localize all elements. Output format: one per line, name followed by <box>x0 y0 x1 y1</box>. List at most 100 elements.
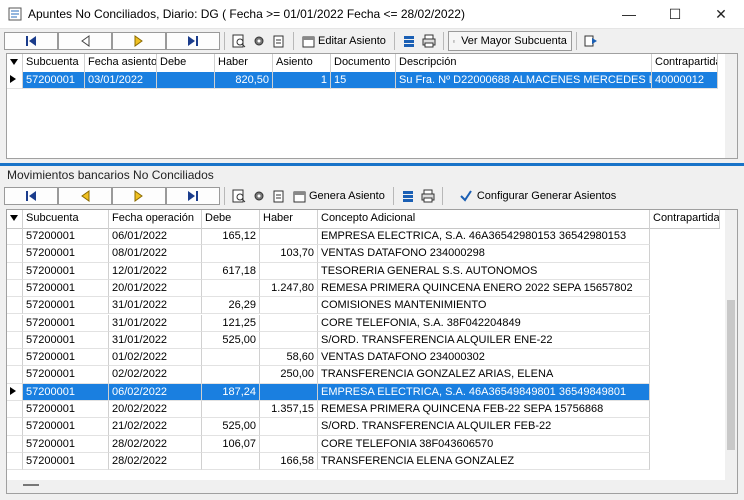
edit-entry-icon <box>302 36 315 47</box>
checkmark-icon <box>460 190 472 202</box>
table-cell: REMESA PRIMERA QUINCENA FEB-22 SEPA 1575… <box>318 401 650 419</box>
table-cell: 57200001 <box>23 262 109 280</box>
settings-button[interactable] <box>249 31 269 51</box>
table-cell: 12/01/2022 <box>109 262 202 280</box>
table-cell <box>260 314 318 332</box>
table-cell: 28/02/2022 <box>109 435 202 453</box>
table-cell: 26,29 <box>202 297 260 315</box>
view-ledger-button[interactable]: Ver Mayor Subcuenta <box>447 31 572 51</box>
table-cell: TRANSFERENCIA ELENA GONZALEZ <box>318 452 650 471</box>
prev-record-button[interactable] <box>58 32 112 50</box>
table-cell: 57200001 <box>23 228 109 246</box>
table-cell: S/ORD. TRANSFERENCIA ALQUILER ENE-22 <box>318 331 650 350</box>
column-header[interactable]: Contrapartida <box>652 54 718 72</box>
table-cell: 57200001 <box>23 297 109 315</box>
table-row[interactable]: 57200001 31/01/2022 26,29 COMISIONES MANTEN… <box>7 297 650 315</box>
maximize-button[interactable]: ☐ <box>652 0 698 28</box>
table-row[interactable]: 57200001 31/01/2022 121,25 CORE TELEFONIA, … <box>7 314 650 332</box>
table-cell: 21/02/2022 <box>109 418 202 436</box>
sort-arrow-icon <box>10 59 18 65</box>
column-header[interactable]: Contrapartida a <box>650 210 720 228</box>
last-icon <box>188 191 198 201</box>
column-header[interactable]: Haber <box>260 210 318 228</box>
next-movement-button[interactable] <box>112 187 166 205</box>
first-movement-button[interactable] <box>4 187 58 205</box>
column-header[interactable]: Subcuenta <box>23 54 85 72</box>
title-bar: Apuntes No Conciliados, Diario: DG ( Fec… <box>0 0 744 29</box>
export-button[interactable] <box>269 31 289 51</box>
next-icon <box>134 190 143 202</box>
table-row[interactable]: 57200001 31/01/2022 525,00 S/ORD. TRANSFERE… <box>7 331 650 350</box>
next-record-button[interactable] <box>112 32 166 50</box>
minimize-button[interactable]: — <box>606 0 652 28</box>
toolbar-separator <box>224 187 225 205</box>
table-cell <box>260 418 318 436</box>
configure-generate-button[interactable]: Configurar Generar Asientos <box>455 186 620 206</box>
close-button[interactable]: ✕ <box>698 0 744 28</box>
row-indicator <box>7 262 23 280</box>
column-header[interactable]: Descripción <box>396 54 652 72</box>
last-record-button[interactable] <box>166 32 220 50</box>
table-row[interactable]: 57200001 28/02/2022 106,07 CORE TELEFONIA 3… <box>7 435 650 453</box>
row-indicator <box>7 366 23 384</box>
edit-entry-button[interactable]: Editar Asiento <box>298 31 390 51</box>
window-title: Apuntes No Conciliados, Diario: DG ( Fec… <box>28 7 465 21</box>
table-row[interactable]: 57200001 02/02/2022 250,00 TRANSFERENCIA GO… <box>7 366 650 384</box>
preview-button[interactable] <box>229 31 249 51</box>
header-indicator[interactable] <box>7 54 23 72</box>
table-row[interactable]: 57200001 06/02/2022 187,24 EMPRESA ELECTRIC… <box>7 383 650 401</box>
first-record-button[interactable] <box>4 32 58 50</box>
vertical-scrollbar[interactable] <box>725 210 737 480</box>
table-cell: VENTAS DATAFONO 234000298 <box>318 245 650 263</box>
column-header[interactable]: Asiento <box>273 54 331 72</box>
toolbar-separator <box>224 32 225 50</box>
stack-icon <box>403 36 414 47</box>
panel-splitter[interactable] <box>0 163 744 166</box>
column-header[interactable]: Fecha asiento <box>85 54 157 72</box>
table-row[interactable]: 57200001 01/02/2022 58,60 VENTAS DATAFONO 2… <box>7 349 650 367</box>
row-indicator <box>7 245 23 263</box>
column-header[interactable]: Debe <box>202 210 260 228</box>
generate-entry-button[interactable]: Genera Asiento <box>289 186 389 206</box>
table-cell: CORE TELEFONIA, S.A. 38F042204849 <box>318 314 650 332</box>
table-row[interactable]: 57200001 20/01/2022 1.247,80 REMESA PRIMERA… <box>7 279 650 298</box>
export-button[interactable] <box>269 186 289 206</box>
link-button[interactable] <box>399 31 419 51</box>
table-row[interactable]: 57200001 12/01/2022 617,18 TESORERIA GENERA… <box>7 262 650 280</box>
table-cell: 31/01/2022 <box>109 297 202 315</box>
table-cell: 103,70 <box>260 245 318 263</box>
print-button[interactable] <box>419 31 439 51</box>
settings-button[interactable] <box>249 186 269 206</box>
table-cell: 525,00 <box>202 331 260 350</box>
table-cell <box>157 72 215 90</box>
preview-button[interactable] <box>229 186 249 206</box>
table-cell: 166,58 <box>260 452 318 471</box>
table-row[interactable]: 57200001 08/01/2022 103,70 VENTAS DATAFONO … <box>7 245 650 263</box>
column-header[interactable]: Haber <box>215 54 273 72</box>
table-cell: 15 <box>331 72 396 90</box>
vertical-scrollbar[interactable] <box>725 54 737 158</box>
header-indicator[interactable] <box>7 210 23 228</box>
row-indicator <box>7 452 23 471</box>
column-header[interactable]: Documento <box>331 54 396 72</box>
column-header[interactable]: Subcuenta <box>23 210 109 228</box>
column-header[interactable]: Fecha operación <box>109 210 202 228</box>
scrollbar-thumb[interactable] <box>727 300 735 450</box>
current-row-icon <box>10 386 16 395</box>
horizontal-scrollbar[interactable] <box>7 480 737 493</box>
prev-movement-button[interactable] <box>58 187 112 205</box>
column-header[interactable]: Debe <box>157 54 215 72</box>
row-indicator <box>7 314 23 332</box>
last-movement-button[interactable] <box>166 187 220 205</box>
table-row[interactable]: 57200001 06/01/2022 165,12 EMPRESA ELECTRIC… <box>7 228 650 246</box>
table-row[interactable]: 57200001 03/01/2022 820,50 1 15 Su Fra. Nº D2… <box>7 72 718 90</box>
column-header[interactable]: Concepto Adicional <box>318 210 650 228</box>
print-button[interactable] <box>418 186 438 206</box>
gear-icon <box>254 36 264 46</box>
table-row[interactable]: 57200001 20/02/2022 1.357,15 REMESA PRIMERA… <box>7 401 650 419</box>
table-row[interactable]: 57200001 21/02/2022 525,00 S/ORD. TRANSFERE… <box>7 418 650 436</box>
scrollbar-thumb[interactable] <box>23 484 39 486</box>
table-row[interactable]: 57200001 28/02/2022 166,58 TRANSFERENCIA EL… <box>7 452 650 471</box>
link-button[interactable] <box>398 186 418 206</box>
exit-button[interactable] <box>581 31 601 51</box>
